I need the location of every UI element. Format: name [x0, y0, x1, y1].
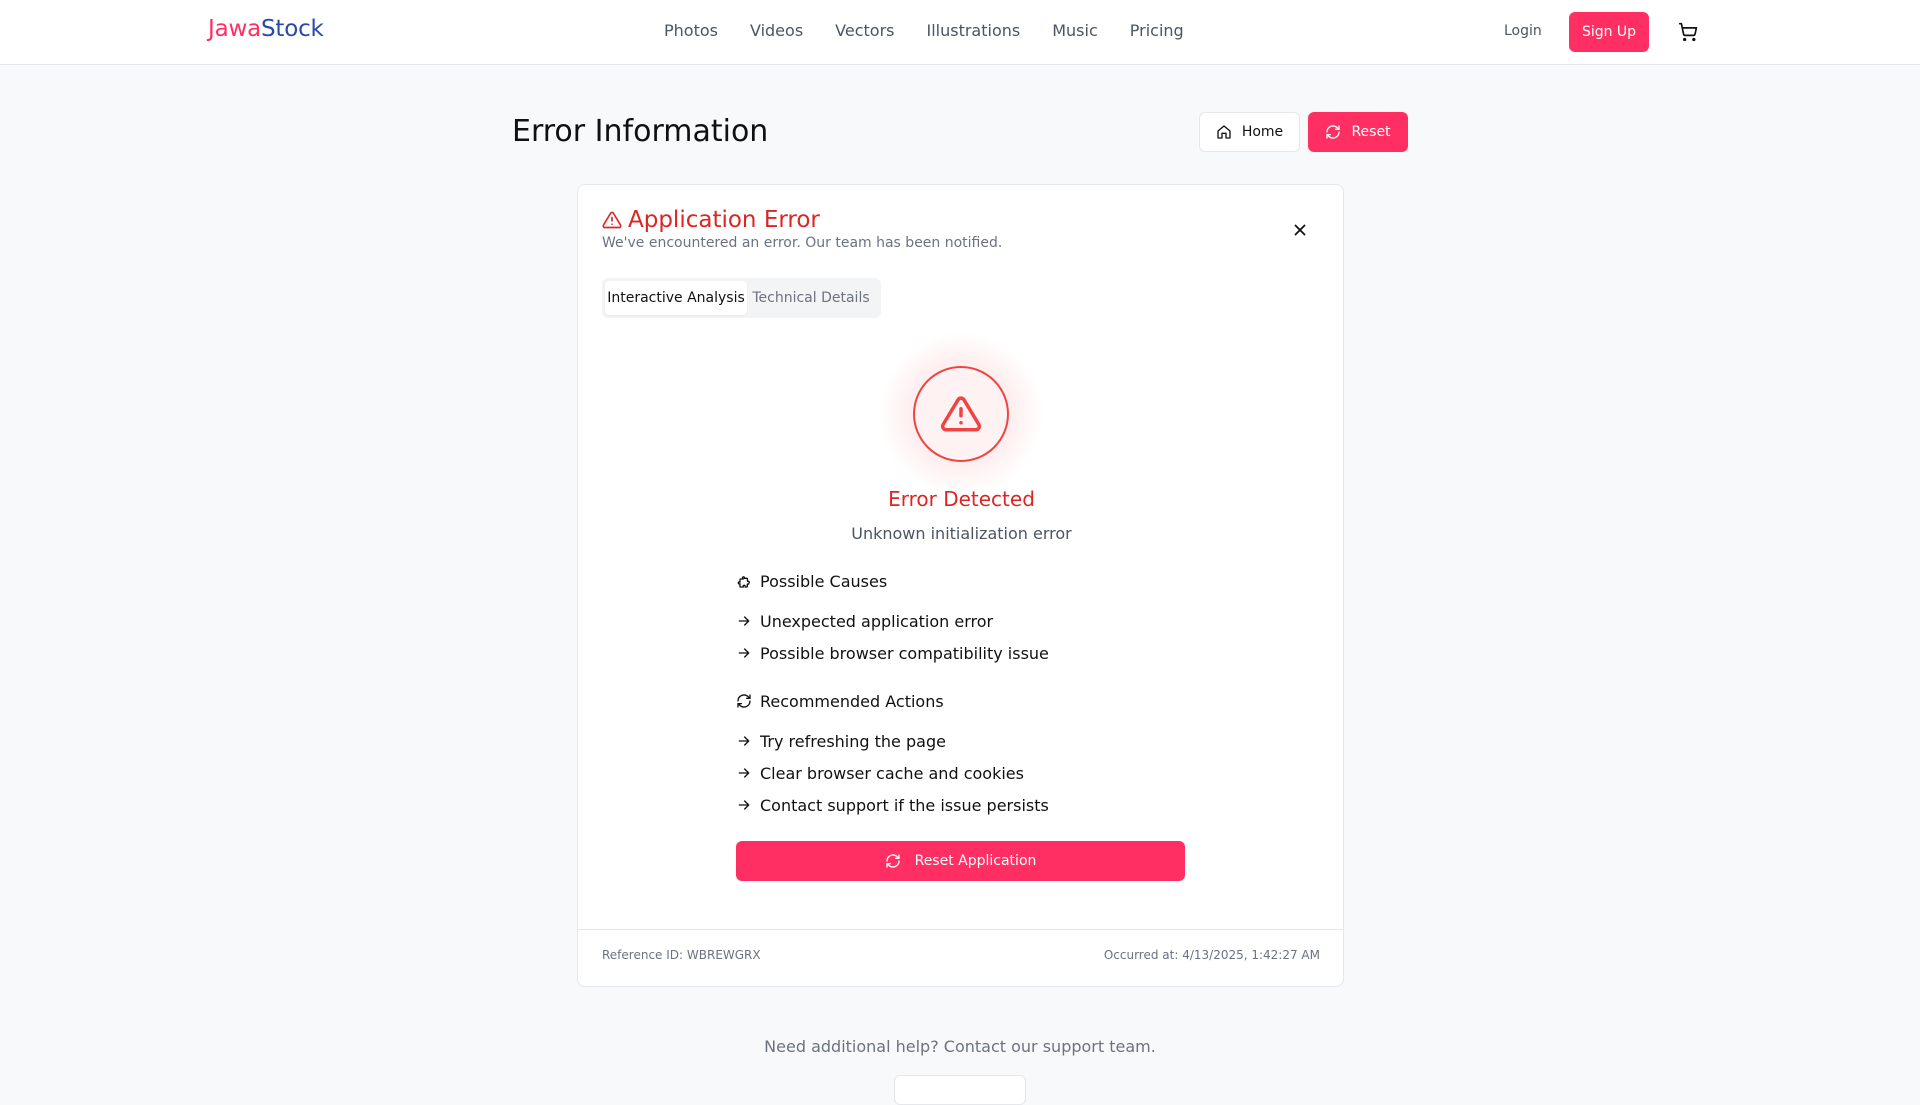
list-item: Try refreshing the page [736, 730, 1049, 752]
error-icon-circle [913, 366, 1009, 462]
tab-list: Interactive Analysis Technical Details [602, 278, 881, 318]
card-title: Application Error [602, 207, 820, 233]
list-item: Unexpected application error [736, 610, 1049, 632]
logo[interactable]: JawaStock [208, 16, 324, 42]
card-footer: Reference ID: WBREWGRX Occurred at: 4/13… [578, 929, 1343, 987]
page-title: Error Information [512, 114, 769, 149]
warning-triangle-icon [940, 396, 982, 432]
arrow-right-icon [738, 648, 750, 658]
recommended-actions-section: Recommended Actions [736, 690, 944, 712]
action-text: Try refreshing the page [760, 731, 946, 751]
recommended-actions-heading: Recommended Actions [736, 690, 944, 712]
arrow-right-icon [738, 768, 750, 778]
top-navbar: JawaStock Photos Videos Vectors Illustra… [0, 0, 1920, 65]
causes-list: Unexpected application error Possible br… [736, 610, 1049, 664]
list-item: Contact support if the issue persists [736, 794, 1049, 816]
recommended-actions-label: Recommended Actions [760, 691, 944, 711]
tab-technical-details[interactable]: Technical Details [747, 281, 875, 315]
shopping-cart-icon[interactable] [1678, 22, 1698, 42]
home-button[interactable]: Home [1199, 112, 1300, 152]
error-card: Application Error We've encountered an e… [577, 184, 1344, 987]
puzzle-icon [737, 576, 750, 588]
logo-part-2: Stock [260, 16, 324, 42]
cause-text: Possible browser compatibility issue [760, 643, 1049, 663]
nav-illustrations[interactable]: Illustrations [926, 21, 1020, 40]
arrow-right-icon [738, 800, 750, 810]
nav-vectors[interactable]: Vectors [835, 21, 894, 40]
refresh-icon [1326, 125, 1341, 139]
reset-button-label: Reset [1351, 124, 1391, 140]
logo-part-1: Jawa [208, 16, 261, 42]
list-item: Clear browser cache and cookies [736, 762, 1049, 784]
cause-text: Unexpected application error [760, 611, 994, 631]
arrow-right-icon [738, 616, 750, 626]
close-icon[interactable] [1291, 221, 1309, 239]
error-message: Unknown initialization error [851, 524, 1072, 543]
possible-causes-label: Possible Causes [760, 571, 888, 591]
error-detected-title: Error Detected [888, 487, 1035, 511]
reference-id: Reference ID: WBREWGRX [602, 948, 761, 962]
card-subtitle: We've encountered an error. Our team has… [602, 235, 1003, 251]
arrow-right-icon [738, 736, 750, 746]
tab-interactive-analysis[interactable]: Interactive Analysis [605, 281, 747, 315]
help-text: Need additional help? Contact our suppor… [764, 1037, 1156, 1056]
possible-causes-section: Possible Causes [736, 570, 887, 592]
reset-application-button[interactable]: Reset Application [736, 841, 1185, 881]
refresh-icon [885, 854, 900, 868]
action-text: Clear browser cache and cookies [760, 763, 1024, 783]
nav-videos[interactable]: Videos [750, 21, 803, 40]
home-icon [1217, 125, 1231, 139]
possible-causes-heading: Possible Causes [736, 570, 887, 592]
warning-triangle-icon [602, 211, 622, 229]
main-nav: Photos Videos Vectors Illustrations Musi… [664, 21, 1184, 40]
actions-list: Try refreshing the page Clear browser ca… [736, 730, 1049, 816]
occurred-at: Occurred at: 4/13/2025, 1:42:27 AM [1103, 948, 1320, 962]
reset-application-label: Reset Application [914, 853, 1037, 869]
nav-music[interactable]: Music [1052, 21, 1098, 40]
nav-pricing[interactable]: Pricing [1130, 21, 1184, 40]
reset-button[interactable]: Reset [1308, 112, 1408, 152]
refresh-icon [737, 694, 751, 708]
list-item: Possible browser compatibility issue [736, 642, 1049, 664]
nav-photos[interactable]: Photos [664, 21, 718, 40]
home-button-label: Home [1241, 124, 1284, 140]
action-text: Contact support if the issue persists [760, 795, 1049, 815]
signup-button[interactable]: Sign Up [1569, 12, 1649, 52]
card-title-text: Application Error [628, 207, 820, 233]
login-button[interactable]: Login [1504, 23, 1542, 39]
